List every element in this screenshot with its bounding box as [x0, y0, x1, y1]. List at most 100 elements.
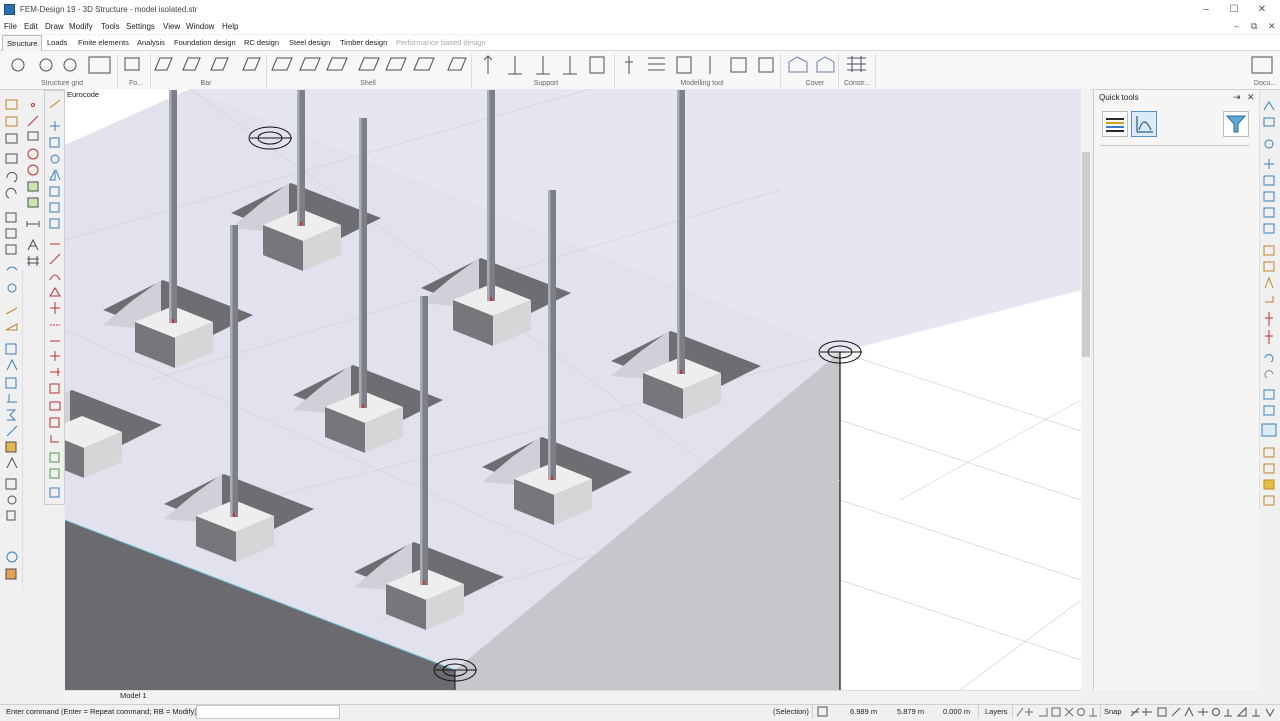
point-support-fixed-icon[interactable] [483, 55, 493, 74]
property-copy-icon[interactable] [49, 468, 60, 479]
snap-half-icon[interactable] [1184, 706, 1194, 717]
zoom-icon[interactable] [1264, 139, 1274, 149]
undo-view-icon[interactable] [1264, 354, 1274, 363]
layer-icon[interactable] [5, 343, 17, 355]
package-icon[interactable] [5, 568, 17, 580]
beam-icon[interactable] [154, 57, 173, 71]
shell-edit-icon[interactable] [447, 57, 467, 71]
diagram-quick-button[interactable] [1131, 111, 1157, 137]
open-file-icon[interactable] [5, 116, 18, 127]
maximize-button[interactable]: ☐ [1224, 3, 1244, 17]
profiled-plate-icon[interactable] [326, 57, 348, 71]
edge-connection-icon[interactable] [648, 57, 665, 71]
draw-text-icon[interactable] [27, 238, 39, 251]
property-icon[interactable] [49, 452, 60, 463]
library-icon[interactable] [5, 441, 17, 453]
shade-icon[interactable] [1263, 405, 1275, 416]
view-iso-icon[interactable] [1263, 223, 1275, 234]
construction-stage-icon[interactable] [847, 56, 866, 72]
region-icon[interactable] [730, 57, 747, 73]
object-track-icon[interactable] [1051, 707, 1061, 717]
horizontal-scrollbar[interactable] [65, 690, 1081, 703]
layers-quick-button[interactable] [1102, 111, 1128, 137]
line-support-icon[interactable] [385, 57, 407, 71]
menu-edit[interactable]: Edit [24, 22, 38, 31]
menu-draw[interactable]: Draw [45, 22, 64, 31]
menu-help[interactable]: Help [222, 22, 238, 31]
coordinate-mode-icon[interactable] [817, 706, 829, 718]
paste-icon[interactable] [5, 228, 17, 239]
text-size-icon[interactable] [1264, 276, 1274, 289]
undo-icon[interactable] [6, 171, 18, 183]
align-icon[interactable] [50, 435, 59, 443]
axis-icon[interactable] [1265, 312, 1273, 326]
draw-point-icon[interactable] [31, 103, 35, 107]
snap-tangent-icon[interactable] [1236, 706, 1247, 717]
tab-performance-based-design[interactable]: Performance based design [396, 38, 486, 47]
tab-structure[interactable]: Structure [2, 35, 43, 51]
help-cursor-icon[interactable] [6, 266, 18, 271]
column-icon[interactable] [182, 57, 201, 71]
text-label-icon[interactable] [88, 56, 111, 74]
snap-midpoint-icon[interactable] [1157, 707, 1167, 717]
snap-perpendicular-icon[interactable] [1224, 709, 1232, 717]
draw-line-red-icon[interactable] [27, 115, 39, 127]
draw-hash-icon[interactable] [27, 256, 39, 266]
redo-icon[interactable] [5, 187, 17, 199]
save-icon[interactable] [5, 133, 18, 144]
settings-icon[interactable] [7, 495, 17, 505]
view-side-icon[interactable] [1263, 207, 1275, 218]
measure-icon[interactable] [6, 425, 18, 437]
print-icon[interactable] [5, 153, 18, 164]
grid-copy-icon[interactable] [39, 58, 53, 72]
draw-dimension-icon[interactable] [26, 221, 40, 227]
tray-icon[interactable] [6, 510, 16, 521]
3d-viewport[interactable] [65, 89, 1081, 690]
sum-icon[interactable] [7, 409, 17, 421]
command-input[interactable] [196, 705, 340, 719]
draw-line-icon[interactable] [5, 307, 18, 315]
model-tab[interactable]: Model 1 [120, 691, 147, 700]
edit-pencil-icon[interactable] [49, 99, 61, 109]
copy-object-icon[interactable] [49, 137, 60, 148]
filter-active-icon[interactable] [1261, 423, 1277, 437]
snap-nearest-icon[interactable] [1252, 709, 1260, 717]
grid-number-icon[interactable] [63, 58, 77, 72]
menu-window[interactable]: Window [186, 22, 214, 31]
ortho-icon[interactable] [1016, 707, 1024, 717]
snap-center-icon[interactable] [1212, 708, 1220, 716]
tab-foundation-design[interactable]: Foundation design [174, 38, 236, 47]
tab-finite-elements[interactable]: Finite elements [78, 38, 129, 47]
mirror-icon[interactable] [49, 169, 61, 181]
mdi-minimize-button[interactable]: – [1234, 21, 1239, 31]
support-detail-icon[interactable] [589, 56, 605, 74]
object-snap-icon[interactable] [1263, 447, 1275, 458]
display-icon[interactable] [1263, 245, 1275, 256]
filter-quick-button[interactable] [1223, 111, 1249, 137]
draw-circle-icon[interactable] [27, 164, 39, 176]
divide-icon[interactable] [50, 351, 60, 361]
axis-alt-icon[interactable] [1265, 330, 1273, 344]
support-group-icon[interactable] [563, 56, 577, 75]
edit-region-icon[interactable] [49, 383, 60, 394]
rotate-icon[interactable] [50, 154, 60, 164]
tab-steel-design[interactable]: Steel design [289, 38, 330, 47]
redo-view-icon[interactable] [1264, 370, 1274, 379]
grid-snap-icon[interactable] [1039, 708, 1048, 717]
stretch-icon[interactable] [49, 218, 60, 229]
view-top-icon[interactable] [1263, 175, 1275, 186]
cross-snap-icon[interactable] [1064, 707, 1074, 717]
split-icon[interactable] [50, 302, 60, 314]
tab-timber-design[interactable]: Timber design [340, 38, 387, 47]
copy-icon[interactable] [5, 212, 17, 223]
offset-icon[interactable] [50, 368, 60, 376]
cover-region-icon[interactable] [758, 57, 774, 73]
documentation-icon[interactable] [1251, 56, 1273, 74]
snap-crosshair-icon[interactable] [1142, 708, 1152, 716]
grid-axis-icon[interactable] [11, 58, 25, 72]
info-icon[interactable] [6, 551, 18, 563]
snap-intersection-icon[interactable] [1198, 708, 1208, 716]
array-icon[interactable] [49, 202, 60, 213]
object-icon[interactable] [5, 377, 17, 389]
menu-view[interactable]: View [163, 22, 180, 31]
